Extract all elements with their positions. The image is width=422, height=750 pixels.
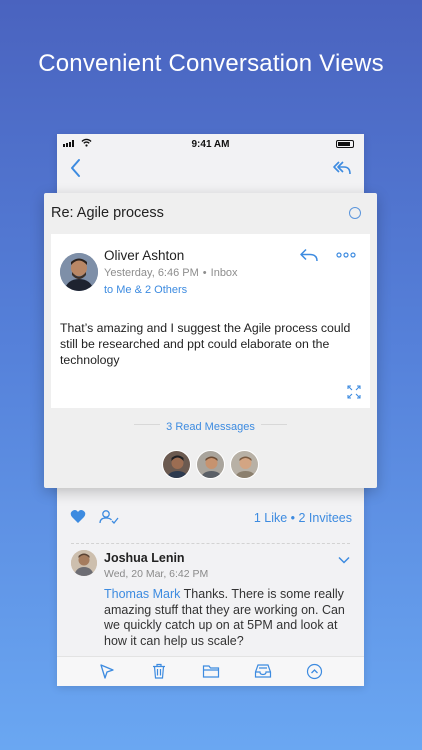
message-body: Thomas Mark Thanks. There is some really… bbox=[104, 587, 352, 649]
recipients-link[interactable]: to Me & 2 Others bbox=[104, 284, 187, 296]
add-person-icon[interactable] bbox=[99, 509, 119, 525]
more-icon[interactable] bbox=[336, 252, 356, 258]
divider bbox=[71, 543, 350, 544]
heart-icon[interactable] bbox=[70, 509, 86, 524]
message-detail: Oliver Ashton Yesterday, 6:46 PM • Inbox t… bbox=[51, 234, 370, 408]
back-icon[interactable] bbox=[69, 158, 81, 178]
sender-name: Oliver Ashton bbox=[104, 248, 185, 263]
status-time: 9:41 AM bbox=[191, 139, 230, 150]
message-timestamp: Yesterday, 6:46 PM bbox=[104, 267, 199, 279]
read-messages-label[interactable]: 3 Read Messages bbox=[160, 421, 261, 433]
reply-icon[interactable] bbox=[299, 248, 319, 262]
expand-icon[interactable] bbox=[347, 385, 361, 399]
folder-label: Inbox bbox=[210, 267, 238, 279]
archive-icon[interactable] bbox=[254, 663, 272, 679]
read-messages-link[interactable]: 3 Read Messages bbox=[44, 417, 377, 435]
nav-bar bbox=[57, 154, 364, 184]
battery-icon bbox=[336, 140, 354, 148]
select-circle-icon[interactable] bbox=[349, 207, 361, 219]
sender-name: Joshua Lenin bbox=[104, 551, 185, 565]
message-timestamp: Wed, 20 Mar, 6:42 PM bbox=[104, 568, 209, 580]
avatar bbox=[71, 550, 97, 576]
mention-link[interactable]: Thomas Mark bbox=[104, 587, 180, 601]
message-meta: Yesterday, 6:46 PM • Inbox bbox=[104, 267, 238, 279]
status-bar: 9:41 AM bbox=[57, 134, 364, 154]
message-body: That’s amazing and I suggest the Agile p… bbox=[60, 321, 351, 367]
conversation-card: Re: Agile process Oliver Ashton Yesterda… bbox=[44, 193, 377, 488]
avatar[interactable] bbox=[196, 450, 225, 479]
avatar bbox=[60, 253, 98, 291]
trash-icon[interactable] bbox=[151, 663, 167, 679]
read-avatars bbox=[44, 450, 377, 479]
subject-title: Re: Agile process bbox=[51, 205, 164, 221]
avatar[interactable] bbox=[162, 450, 191, 479]
likes-invitees[interactable]: 1 Like • 2 Invitees bbox=[254, 511, 352, 525]
avatar[interactable] bbox=[230, 450, 259, 479]
bottom-toolbar bbox=[57, 656, 364, 686]
chevron-up-circle-icon[interactable] bbox=[306, 663, 323, 680]
chevron-down-icon[interactable] bbox=[338, 556, 350, 564]
separator-dot: • bbox=[202, 267, 207, 279]
flag-icon[interactable] bbox=[99, 663, 115, 679]
reply-all-icon[interactable] bbox=[332, 160, 352, 176]
folder-icon[interactable] bbox=[202, 663, 220, 679]
actions-row: 1 Like • 2 Invitees bbox=[57, 506, 364, 532]
headline: Convenient Conversation Views bbox=[38, 50, 384, 77]
